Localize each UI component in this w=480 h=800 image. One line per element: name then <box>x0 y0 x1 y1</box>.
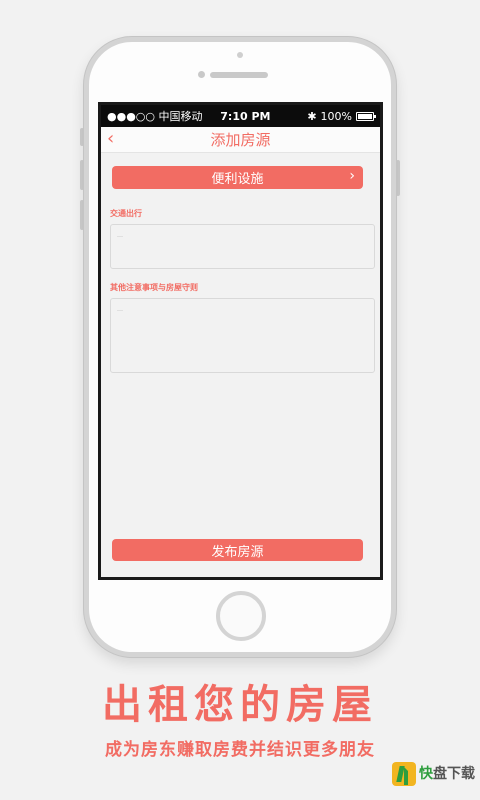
battery-level <box>358 113 372 119</box>
watermark: 快盘下载 <box>392 762 475 786</box>
notes-label: 其他注意事项与房屋守则 <box>110 283 198 292</box>
promo-headline: 出租您的房屋 <box>102 682 378 728</box>
battery-percent: 100% <box>320 109 352 123</box>
bluetooth-icon: ✱ <box>307 109 317 123</box>
app-view: ●●●○○ 中国移动 7:10 PM ✱ 100% ‹ 添加房源 便利设施 › … <box>101 105 380 577</box>
chevron-right-icon: › <box>349 168 355 184</box>
watermark-text: 快盘下载 <box>419 766 475 782</box>
page-title: 添加房源 <box>210 131 271 149</box>
back-arrow-icon[interactable]: ‹ <box>107 129 114 149</box>
phone-speaker <box>210 72 268 78</box>
status-bar: ●●●○○ 中国移动 7:10 PM ✱ 100% <box>101 105 380 127</box>
watermark-logo-icon <box>392 762 416 786</box>
home-button <box>216 591 266 641</box>
facilities-button[interactable]: 便利设施 › <box>112 166 363 189</box>
traffic-input[interactable]: … <box>110 224 375 269</box>
phone-sensor <box>237 52 243 58</box>
notes-input[interactable]: … <box>110 298 375 373</box>
phone-screen: ●●●○○ 中国移动 7:10 PM ✱ 100% ‹ 添加房源 便利设施 › … <box>98 102 383 580</box>
status-right: ✱ 100% <box>288 109 376 123</box>
promo-subline: 成为房东赚取房费并结识更多朋友 <box>105 740 375 760</box>
carrier-label: ●●●○○ 中国移动 <box>107 110 203 123</box>
nav-bar: ‹ 添加房源 <box>101 127 380 153</box>
watermark-name-rest: 盘下载 <box>433 766 475 782</box>
traffic-label: 交通出行 <box>110 209 142 218</box>
power-button <box>396 160 400 196</box>
clock: 7:10 PM <box>220 109 271 123</box>
battery-icon <box>356 111 376 121</box>
publish-button[interactable]: 发布房源 <box>112 539 363 561</box>
front-camera-icon <box>198 71 205 78</box>
publish-button-label: 发布房源 <box>211 544 264 560</box>
facilities-button-label: 便利设施 <box>211 172 264 187</box>
watermark-name-green: 快 <box>419 766 433 782</box>
